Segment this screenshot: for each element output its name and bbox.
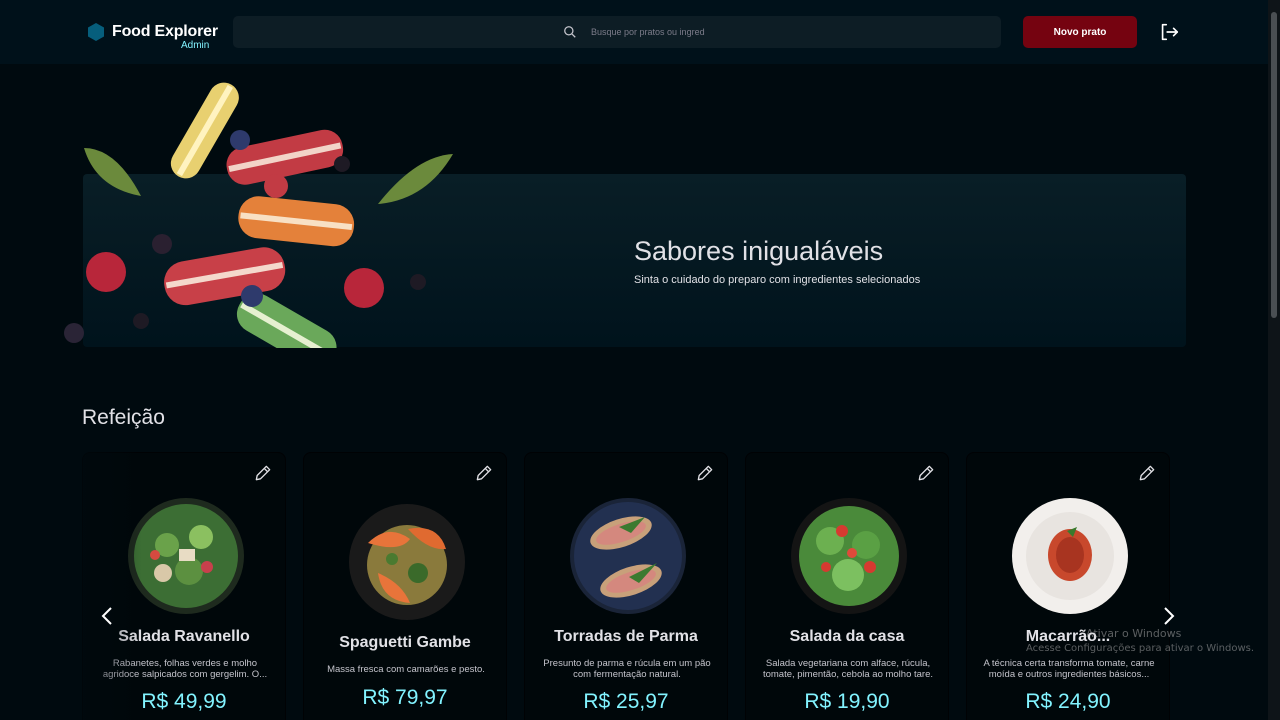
watermark-text: Acesse Configurações para ativar o Windo… <box>1026 643 1255 654</box>
section-title-meals: Refeição <box>82 406 165 429</box>
dish-price: R$ 19,90 <box>804 690 890 713</box>
admin-badge: Admin <box>181 40 210 51</box>
hexagon-logo-icon <box>88 23 104 41</box>
dish-card[interactable]: Macarrão... A técnica certa transforma t… <box>966 452 1170 720</box>
dish-description: Massa fresca com camarões e pesto. <box>327 664 485 675</box>
dish-image[interactable] <box>569 497 687 615</box>
dish-card[interactable]: Torradas de Parma Presunto de parma e rú… <box>524 452 728 720</box>
dish-carousel: Salada Ravanello Rabanetes, folhas verde… <box>82 452 1182 720</box>
dish-image[interactable] <box>127 497 245 615</box>
top-header: Food Explorer Admin Novo prato <box>0 0 1268 64</box>
windows-activation-watermark: Ativar o Windows Acesse Configurações pa… <box>1026 626 1254 656</box>
dish-description: A técnica certa transforma tomate, carne… <box>983 658 1155 680</box>
dish-name[interactable]: Torradas de Parma <box>525 628 727 646</box>
search-bar[interactable] <box>233 16 1001 48</box>
dish-image[interactable] <box>1011 497 1129 615</box>
chevron-right-icon[interactable] <box>1162 606 1176 626</box>
chevron-left-icon[interactable] <box>100 606 114 626</box>
edit-pencil-icon[interactable] <box>695 463 715 483</box>
edit-pencil-icon[interactable] <box>253 463 273 483</box>
dish-name[interactable]: Salada da casa <box>746 628 948 646</box>
dish-price: R$ 24,90 <box>1025 690 1111 713</box>
dish-card[interactable]: Salada da casa Salada vegetariana com al… <box>745 452 949 720</box>
banner-subtitle: Sinta o cuidado do preparo com ingredien… <box>634 274 921 286</box>
dish-name[interactable]: Salada Ravanello <box>83 628 285 646</box>
dish-price: R$ 49,99 <box>141 690 227 713</box>
dish-description: Salada vegetariana com alface, rúcula, t… <box>762 658 934 680</box>
search-input[interactable] <box>591 27 711 37</box>
dish-description: Presunto de parma e rúcula em um pão com… <box>543 658 711 680</box>
edit-pencil-icon[interactable] <box>1137 463 1157 483</box>
dish-price: R$ 79,97 <box>362 686 448 709</box>
dish-image[interactable] <box>790 497 908 615</box>
edit-pencil-icon[interactable] <box>474 463 494 483</box>
banner-title: Sabores inigualáveis <box>634 236 884 266</box>
search-icon <box>564 26 576 38</box>
dish-card[interactable]: Spaguetti Gambe Massa fresca com camarõe… <box>303 452 507 720</box>
dish-name[interactable]: Spaguetti Gambe <box>304 634 506 652</box>
scrollbar-thumb[interactable] <box>1271 12 1277 318</box>
edit-pencil-icon[interactable] <box>916 463 936 483</box>
dish-price: R$ 25,97 <box>583 690 669 713</box>
logout-icon[interactable] <box>1158 21 1180 43</box>
dish-card[interactable]: Salada Ravanello Rabanetes, folhas verde… <box>82 452 286 720</box>
new-dish-button[interactable]: Novo prato <box>1023 16 1137 48</box>
macarons-illustration <box>64 82 453 348</box>
watermark-title: Ativar o Windows <box>1086 627 1182 640</box>
dish-description: Rabanetes, folhas verdes e molho agridoc… <box>102 658 268 680</box>
page-scrollbar[interactable] <box>1268 0 1280 720</box>
dish-image[interactable] <box>348 503 466 621</box>
app-name: Food Explorer <box>112 22 218 40</box>
app-logo[interactable]: Food Explorer <box>88 22 218 41</box>
